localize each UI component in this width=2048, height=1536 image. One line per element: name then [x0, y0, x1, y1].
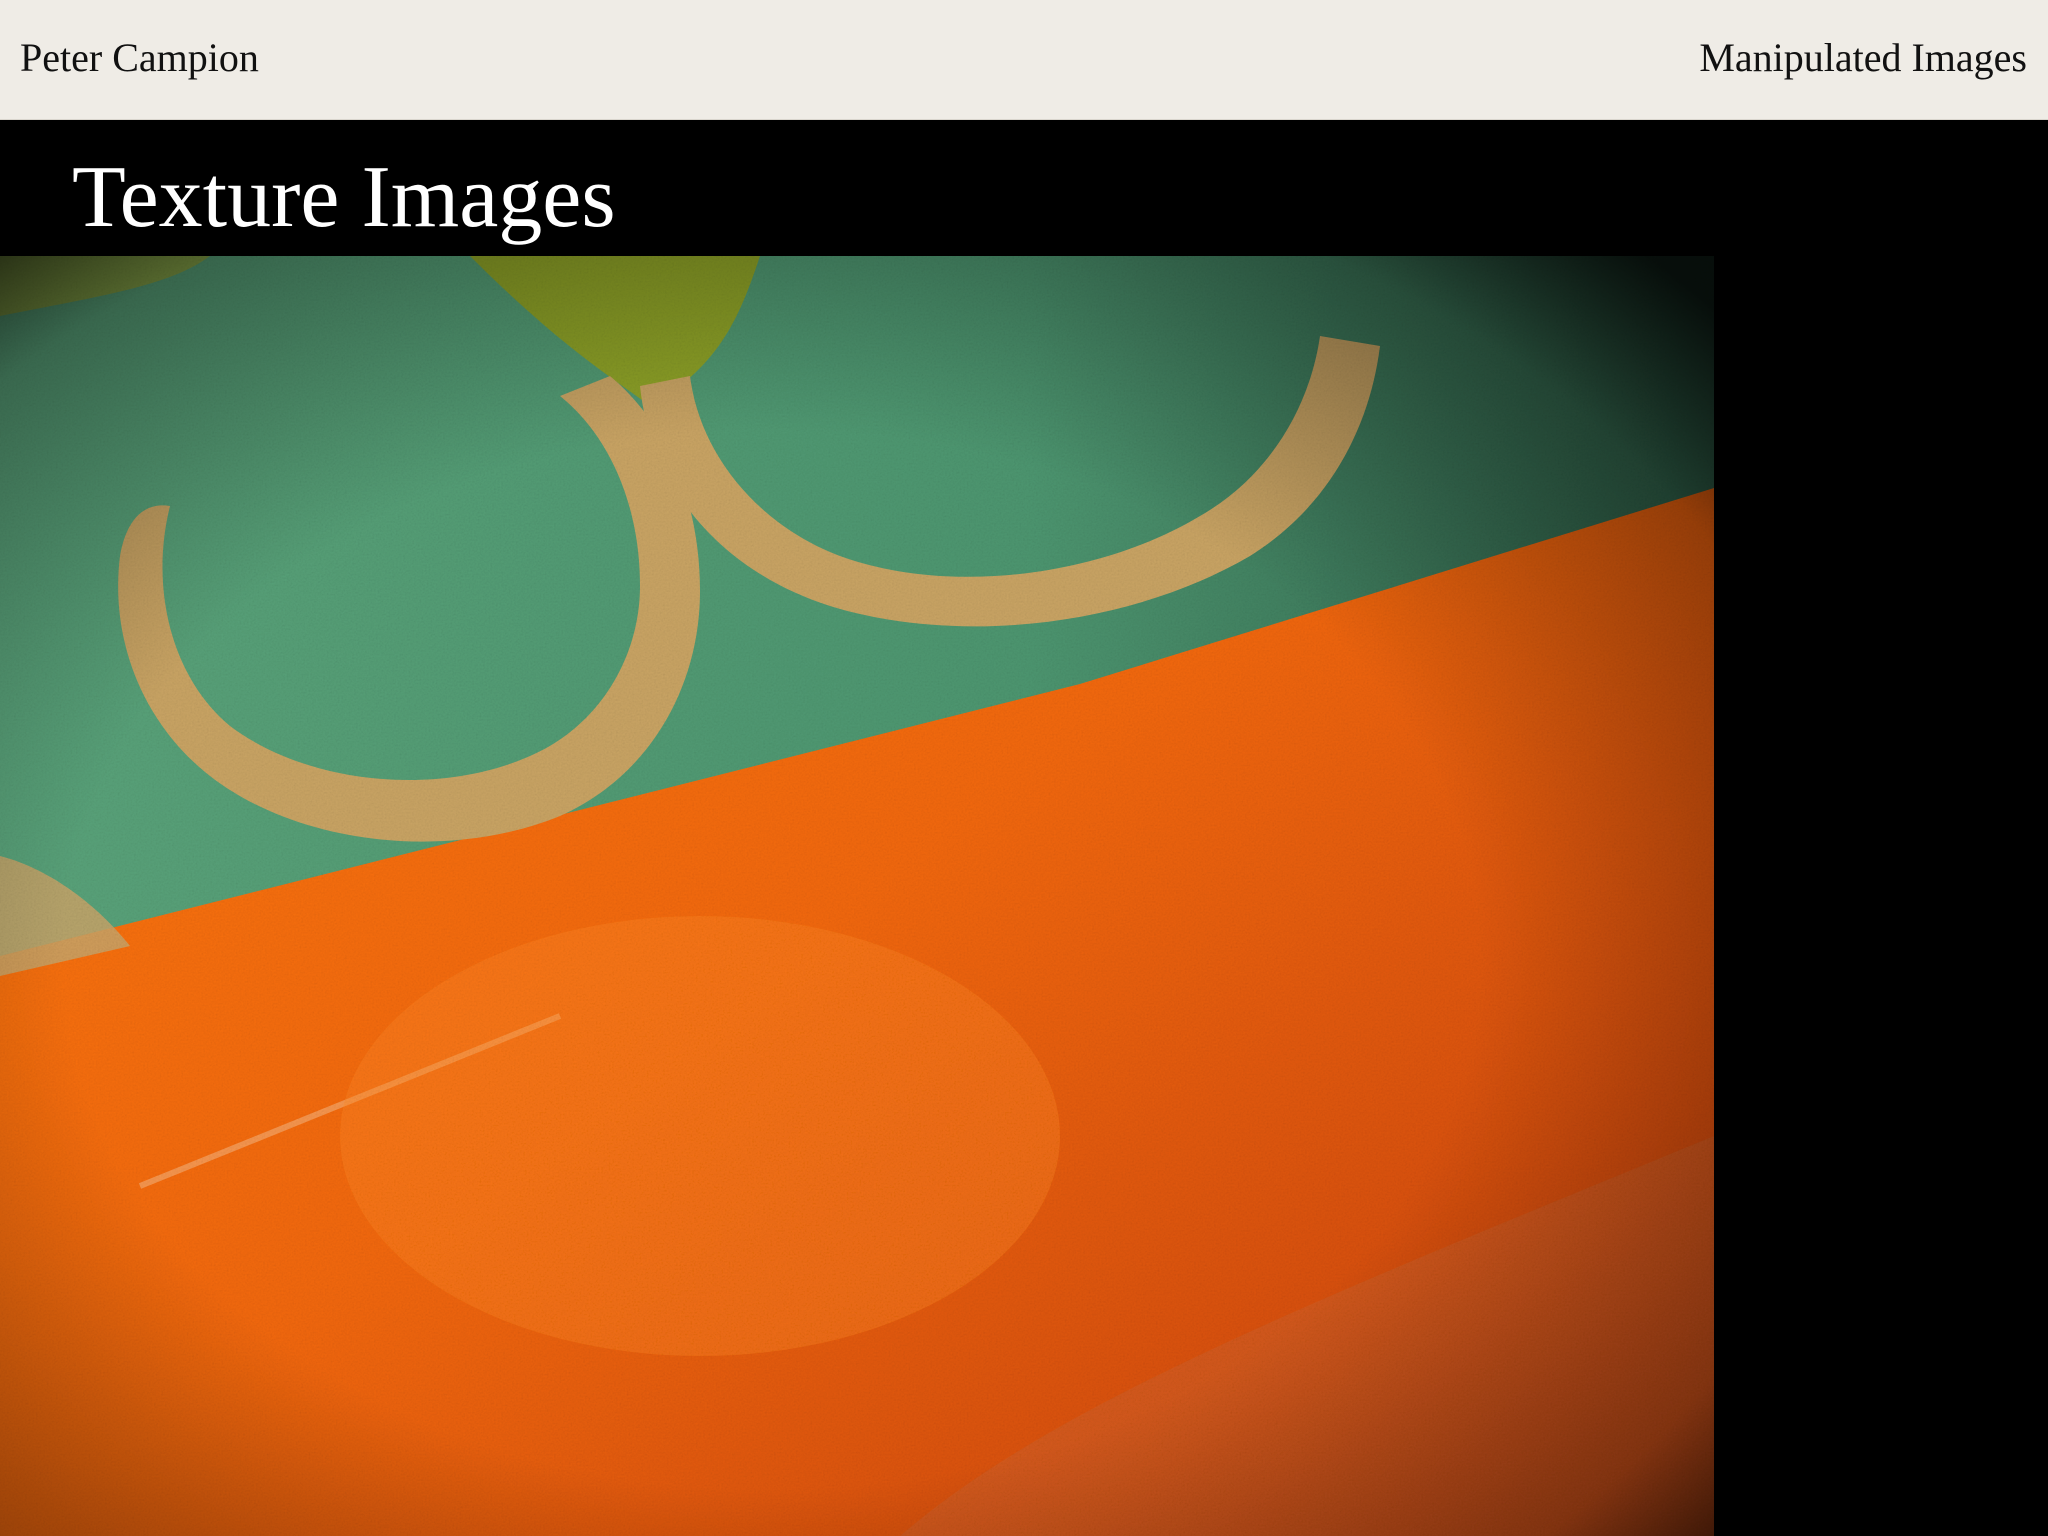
main-content: Texture Images — [0, 120, 2048, 1536]
page-title: Texture Images — [72, 149, 616, 246]
site-name-link[interactable]: Peter Campion — [20, 34, 259, 81]
texture-photo-graphic — [0, 256, 1714, 1536]
nav-link-manipulated-images[interactable]: Manipulated Images — [1699, 34, 2027, 81]
texture-photo[interactable] — [0, 256, 1714, 1536]
site-header: Peter Campion Manipulated Images — [0, 0, 2048, 120]
